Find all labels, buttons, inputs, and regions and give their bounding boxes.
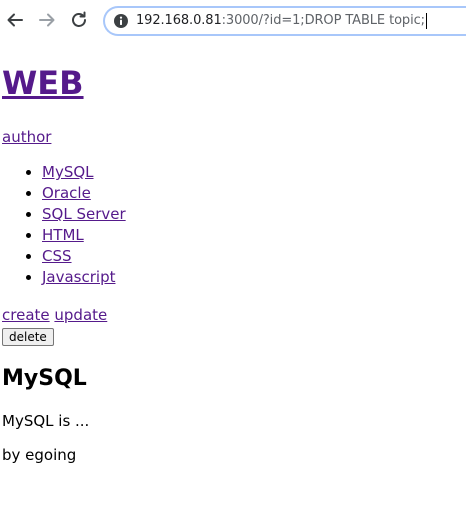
topic-list: MySQL Oracle SQL Server HTML CSS Javascr… [2,162,464,288]
topic-link-html[interactable]: HTML [42,226,84,244]
site-title-heading: WEB [2,64,464,102]
page-content: WEB author MySQL Oracle SQL Server HTML … [2,42,464,464]
url-text[interactable]: 192.168.0.81:3000/?id=1;DROP TABLE topic… [136,13,427,29]
delete-form: delete [2,326,464,346]
list-item: Oracle [42,183,464,204]
topic-link-mysql[interactable]: MySQL [42,163,94,181]
topic-link-javascript[interactable]: Javascript [42,268,115,286]
author-link[interactable]: author [2,128,51,146]
topic-description: MySQL is ... [2,412,90,430]
forward-arrow-icon[interactable] [36,9,58,31]
browser-toolbar: 192.168.0.81:3000/?id=1;DROP TABLE topic… [0,0,466,42]
delete-button[interactable]: delete [2,328,54,346]
reload-icon[interactable] [68,9,90,31]
site-title-link[interactable]: WEB [2,64,84,102]
action-links: create update [2,306,464,324]
site-info-icon[interactable] [113,13,129,29]
update-link[interactable]: update [54,306,107,324]
topic-link-oracle[interactable]: Oracle [42,184,91,202]
list-item: SQL Server [42,204,464,225]
list-item: HTML [42,225,464,246]
topic-link-css[interactable]: CSS [42,247,72,265]
back-arrow-icon[interactable] [4,9,26,31]
list-item: MySQL [42,162,464,183]
url-host: 192.168.0.81 [136,13,222,28]
url-path: :3000/?id=1;DROP TABLE topic; [221,13,425,28]
create-link[interactable]: create [2,306,50,324]
list-item: CSS [42,246,464,267]
text-cursor [425,13,427,29]
topic-link-sql-server[interactable]: SQL Server [42,205,126,223]
topic-title: MySQL [2,366,87,391]
author-byline: by egoing [2,446,77,464]
list-item: Javascript [42,267,464,288]
address-bar[interactable]: 192.168.0.81:3000/?id=1;DROP TABLE topic… [103,6,466,36]
